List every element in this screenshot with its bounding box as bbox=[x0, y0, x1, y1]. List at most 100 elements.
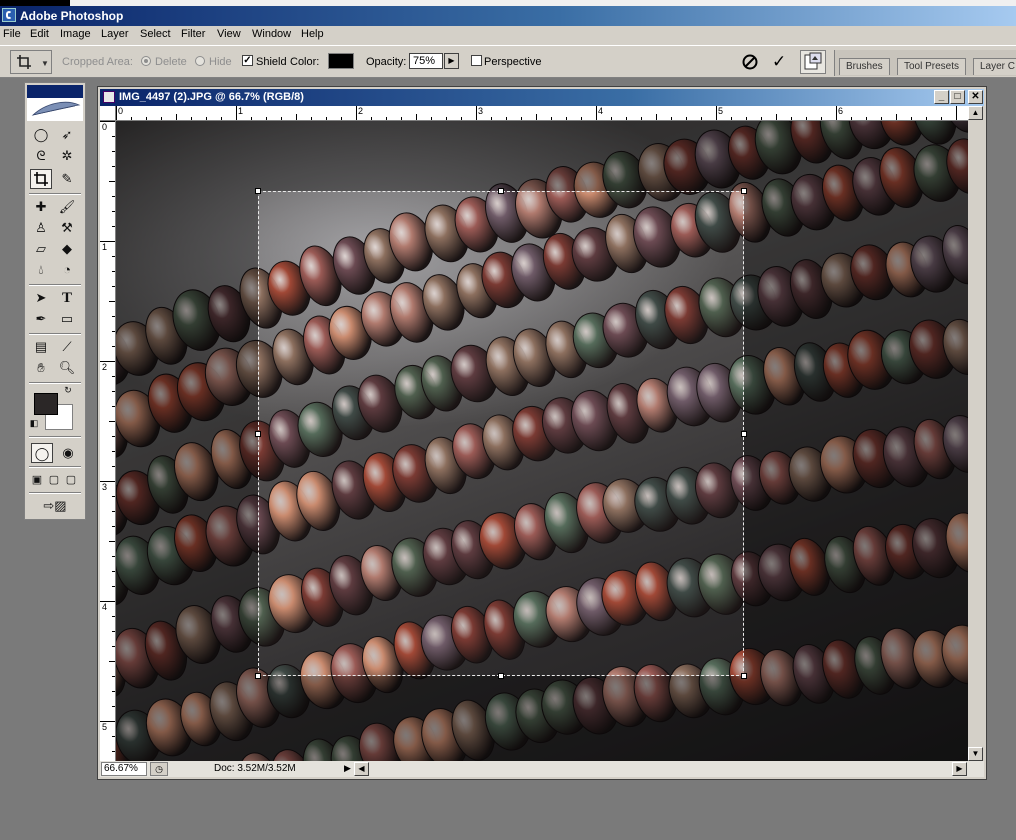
eraser-icon[interactable]: ▱ bbox=[30, 239, 52, 259]
crop-shield bbox=[116, 191, 258, 676]
crop-handle-left[interactable] bbox=[255, 431, 261, 437]
hide-radio[interactable] bbox=[195, 56, 205, 66]
crop-handle-bottom-right[interactable] bbox=[741, 673, 747, 679]
tab-layer-comps[interactable]: Layer C bbox=[973, 58, 1016, 75]
shield-checkbox[interactable]: ✓ bbox=[242, 55, 253, 66]
status-info-arrow[interactable]: ▶ bbox=[344, 763, 351, 774]
delete-radio[interactable] bbox=[141, 56, 151, 66]
crop-shield bbox=[116, 121, 968, 191]
document-size: Doc: 3.52M/3.52M bbox=[214, 763, 296, 774]
ruler-top-label: 0 bbox=[118, 106, 124, 116]
ruler-ticks-left bbox=[100, 121, 115, 752]
vertical-ruler[interactable]: 0 1 2 3 4 5 bbox=[100, 121, 116, 761]
crop-marquee[interactable] bbox=[258, 191, 744, 676]
menu-layer[interactable]: Layer bbox=[100, 28, 130, 40]
magic-wand-icon[interactable]: ✲ bbox=[56, 146, 78, 166]
ruler-origin[interactable] bbox=[100, 106, 116, 121]
move-icon[interactable]: ➶ bbox=[56, 125, 78, 145]
crop-tool-icon[interactable] bbox=[30, 169, 52, 189]
ruler-top-label: 1 bbox=[238, 106, 244, 116]
chevron-down-icon: ▼ bbox=[41, 59, 49, 68]
horizontal-ruler[interactable]: 0 1 2 3 4 5 6 bbox=[116, 106, 968, 121]
foreground-color-swatch[interactable] bbox=[34, 393, 58, 415]
lasso-icon[interactable]: ᘓ bbox=[30, 146, 52, 166]
zoom-input[interactable]: 66.67% bbox=[101, 762, 147, 776]
vertical-scrollbar[interactable]: ▲ ▼ bbox=[968, 106, 984, 761]
palette-toggle-button[interactable] bbox=[800, 50, 826, 74]
toolbox-header[interactable] bbox=[27, 85, 83, 121]
menu-bar: File Edit Image Layer Select Filter View… bbox=[0, 26, 1016, 45]
full-screen-icon[interactable]: ▢ bbox=[63, 470, 79, 490]
cancel-crop-icon[interactable] bbox=[742, 54, 758, 70]
crop-shield bbox=[116, 676, 968, 761]
crop-handle-top-left[interactable] bbox=[255, 188, 261, 194]
menu-file[interactable]: File bbox=[2, 28, 22, 40]
jump-to-imageready-icon[interactable]: ⇨▨ bbox=[35, 496, 75, 516]
menu-help[interactable]: Help bbox=[300, 28, 325, 40]
close-button[interactable]: ✕ bbox=[968, 90, 983, 104]
scroll-left-button[interactable]: ◀ bbox=[354, 762, 369, 776]
maximize-button[interactable]: □ bbox=[950, 90, 965, 104]
quick-mask-icon[interactable]: ◉ bbox=[57, 443, 79, 463]
feather-icon bbox=[31, 101, 81, 116]
scroll-right-button[interactable]: ▶ bbox=[952, 762, 967, 776]
status-menu-button[interactable]: ◷ bbox=[150, 762, 168, 776]
slice-icon[interactable]: ✎ bbox=[56, 169, 78, 189]
full-screen-menu-icon[interactable]: ▢ bbox=[46, 470, 62, 490]
scroll-up-button[interactable]: ▲ bbox=[968, 106, 983, 120]
shield-color-swatch[interactable] bbox=[328, 53, 354, 69]
paint-bucket-icon[interactable]: ◆ bbox=[56, 239, 78, 259]
standard-mode-icon[interactable]: ◯ bbox=[31, 443, 53, 463]
eyedropper-icon[interactable]: ⟋ bbox=[56, 337, 78, 357]
menu-edit[interactable]: Edit bbox=[29, 28, 50, 40]
menu-view[interactable]: View bbox=[216, 28, 242, 40]
cropped-area-label: Cropped Area: bbox=[62, 56, 133, 68]
opacity-input[interactable]: 75% bbox=[409, 53, 443, 69]
healing-brush-icon[interactable]: ✚ bbox=[30, 197, 52, 217]
default-colors-icon[interactable]: ◧ bbox=[28, 417, 40, 429]
tab-brushes[interactable]: Brushes bbox=[839, 58, 890, 75]
scroll-down-button[interactable]: ▼ bbox=[968, 747, 983, 761]
clone-stamp-icon[interactable]: ♙ bbox=[30, 218, 52, 238]
opacity-slider-button[interactable]: ▶ bbox=[444, 53, 459, 69]
ruler-left-label: 3 bbox=[102, 482, 108, 492]
pen-icon[interactable]: ✒ bbox=[30, 309, 52, 329]
standard-screen-icon[interactable]: ▣ bbox=[29, 470, 45, 490]
perspective-checkbox[interactable] bbox=[471, 55, 482, 66]
tab-tool-presets[interactable]: Tool Presets bbox=[897, 58, 967, 75]
tool-preset-picker[interactable]: ▼ bbox=[10, 50, 52, 74]
menu-image[interactable]: Image bbox=[59, 28, 92, 40]
shield-label: Shield bbox=[256, 56, 287, 68]
crop-handle-right[interactable] bbox=[741, 431, 747, 437]
crop-handle-bottom[interactable] bbox=[498, 673, 504, 679]
notes-icon[interactable]: ▤ bbox=[30, 337, 52, 357]
crop-handle-top-right[interactable] bbox=[741, 188, 747, 194]
app-title: Adobe Photoshop bbox=[20, 9, 124, 23]
brush-icon[interactable]: 🖌︎ bbox=[56, 197, 78, 217]
commit-crop-icon[interactable]: ✓ bbox=[772, 53, 786, 71]
file-browser-icon bbox=[804, 52, 822, 70]
menu-select[interactable]: Select bbox=[139, 28, 172, 40]
swap-colors-icon[interactable]: ↻ bbox=[61, 384, 75, 396]
dodge-icon[interactable]: ◔ bbox=[56, 260, 78, 280]
hand-icon[interactable]: ✋︎ bbox=[30, 358, 52, 378]
marquee-icon[interactable]: ◯ bbox=[30, 125, 52, 145]
document-titlebar[interactable]: IMG_4497 (2).JPG @ 66.7% (RGB/8) _ □ ✕ bbox=[100, 89, 984, 106]
options-bar: ▼ Cropped Area: Delete Hide ✓ Shield Col… bbox=[0, 45, 1016, 78]
hide-label: Hide bbox=[209, 56, 232, 68]
image-canvas[interactable] bbox=[116, 121, 968, 761]
menu-window[interactable]: Window bbox=[251, 28, 292, 40]
minimize-button[interactable]: _ bbox=[934, 90, 949, 104]
menu-filter[interactable]: Filter bbox=[180, 28, 206, 40]
status-bar: 66.67% ◷ Doc: 3.52M/3.52M ▶ ◀ ▶ bbox=[100, 761, 984, 777]
path-selection-icon[interactable]: ➤ bbox=[30, 288, 52, 308]
rectangle-icon[interactable]: ▭ bbox=[56, 309, 78, 329]
crop-handle-top[interactable] bbox=[498, 188, 504, 194]
zoom-icon[interactable]: 🔍︎ bbox=[56, 358, 78, 378]
ruler-left-label: 1 bbox=[102, 242, 108, 252]
crop-handle-bottom-left[interactable] bbox=[255, 673, 261, 679]
blur-icon[interactable]: 💧︎ bbox=[30, 260, 52, 280]
type-icon[interactable]: T bbox=[56, 288, 78, 308]
photoshop-logo-icon bbox=[2, 8, 16, 22]
history-brush-icon[interactable]: ⚒ bbox=[56, 218, 78, 238]
